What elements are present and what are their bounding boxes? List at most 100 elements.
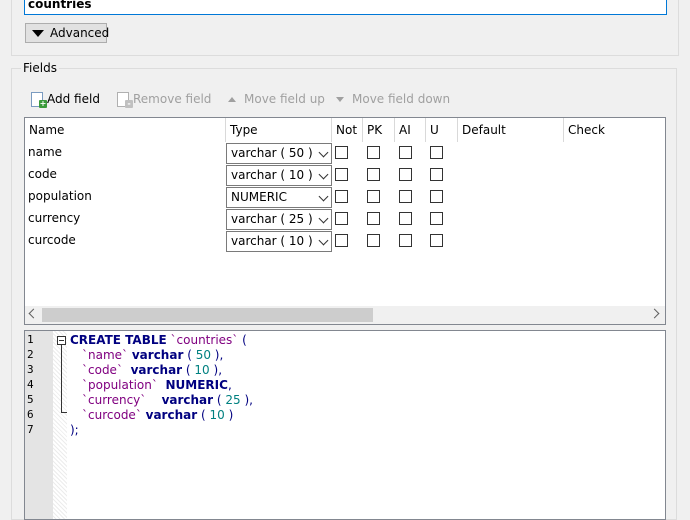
- field-type-select[interactable]: varchar ( 25 ): [226, 209, 332, 230]
- field-name-cell[interactable]: code: [28, 167, 57, 181]
- table-row[interactable]: currency varchar ( 25 ): [25, 208, 665, 230]
- remove-field-button[interactable]: - Remove field: [117, 90, 211, 108]
- pk-checkbox[interactable]: [367, 168, 380, 181]
- fields-group-title: Fields: [21, 61, 59, 75]
- pk-checkbox[interactable]: [367, 212, 380, 225]
- triangle-down-icon: [32, 29, 44, 37]
- move-field-down-label: Move field down: [352, 92, 451, 106]
- column-header-check[interactable]: Check: [564, 118, 665, 142]
- sql-punct: ): [224, 408, 234, 422]
- table-name-input[interactable]: countries: [24, 0, 667, 15]
- field-name-cell[interactable]: population: [28, 189, 92, 203]
- line-number: 2: [27, 348, 34, 361]
- table-row[interactable]: code varchar ( 10 ): [25, 164, 665, 186]
- code-line: `name` varchar ( 50 ),: [82, 348, 223, 362]
- sql-punct: (: [183, 348, 196, 362]
- unique-checkbox[interactable]: [430, 168, 443, 181]
- line-number: 6: [27, 408, 34, 421]
- fields-table[interactable]: Name Type Not PK AI U Default Check name…: [24, 117, 666, 325]
- code-line: `code` varchar ( 10 ),: [82, 363, 222, 377]
- field-type-select[interactable]: varchar ( 50 ): [226, 143, 332, 164]
- chevron-down-icon: [318, 191, 329, 202]
- field-type-value: varchar ( 25 ): [231, 212, 313, 226]
- remove-field-label: Remove field: [133, 92, 212, 106]
- unique-checkbox[interactable]: [430, 234, 443, 247]
- ai-checkbox[interactable]: [399, 146, 412, 159]
- advanced-label: Advanced: [50, 26, 110, 40]
- chevron-left-icon[interactable]: [28, 308, 39, 319]
- line-number: 1: [27, 333, 34, 346]
- table-row[interactable]: name varchar ( 50 ): [25, 142, 665, 164]
- sql-identifier: `countries`: [170, 333, 239, 347]
- table-row[interactable]: curcode varchar ( 10 ): [25, 230, 665, 252]
- ai-checkbox[interactable]: [399, 168, 412, 181]
- sql-punct: ),: [210, 348, 224, 362]
- chevron-down-icon: [318, 213, 329, 224]
- not-null-checkbox[interactable]: [335, 168, 348, 181]
- field-type-select[interactable]: NUMERIC: [226, 187, 332, 208]
- sql-preview-editor[interactable]: 1 2 3 4 5 6 7 CREATE TABLE `countries` (…: [24, 330, 666, 520]
- sql-punct: (: [197, 408, 210, 422]
- column-header-pk[interactable]: PK: [363, 118, 395, 142]
- fold-collapse-icon[interactable]: [57, 336, 66, 345]
- pk-checkbox[interactable]: [367, 146, 380, 159]
- column-header-name[interactable]: Name: [25, 118, 226, 142]
- move-field-up-button[interactable]: Move field up: [228, 90, 325, 108]
- field-type-value: varchar ( 10 ): [231, 168, 313, 182]
- sql-identifier: `population`: [82, 378, 158, 392]
- unique-checkbox[interactable]: [430, 190, 443, 203]
- ai-checkbox[interactable]: [399, 234, 412, 247]
- field-type-value: NUMERIC: [231, 190, 287, 204]
- line-number: 5: [27, 393, 34, 406]
- sql-identifier: `currency`: [82, 393, 147, 407]
- add-field-label: Add field: [47, 92, 100, 106]
- pk-checkbox[interactable]: [367, 234, 380, 247]
- not-null-checkbox[interactable]: [335, 212, 348, 225]
- arrow-down-icon: [336, 96, 344, 102]
- advanced-button[interactable]: Advanced: [25, 23, 110, 43]
- field-name-cell[interactable]: name: [28, 145, 62, 159]
- code-line: `currency` varchar ( 25 ),: [82, 393, 253, 407]
- column-header-default[interactable]: Default: [458, 118, 564, 142]
- add-field-icon: +: [31, 91, 47, 108]
- sql-punct: );: [70, 423, 79, 437]
- sql-punct: ),: [240, 393, 253, 407]
- column-header-type[interactable]: Type: [226, 118, 332, 142]
- column-header-ai[interactable]: AI: [395, 118, 426, 142]
- sql-punct: ),: [209, 363, 223, 377]
- column-header-unique[interactable]: U: [426, 118, 458, 142]
- scrollbar-thumb[interactable]: [42, 308, 373, 322]
- field-name-cell[interactable]: currency: [28, 211, 80, 225]
- pk-checkbox[interactable]: [367, 190, 380, 203]
- fold-guide-line: [61, 345, 62, 412]
- field-type-value: varchar ( 50 ): [231, 146, 313, 160]
- field-name-cell[interactable]: curcode: [28, 233, 76, 247]
- not-null-checkbox[interactable]: [335, 190, 348, 203]
- sql-keyword: NUMERIC: [165, 378, 228, 392]
- column-header-not-null[interactable]: Not: [332, 118, 363, 142]
- horizontal-scrollbar[interactable]: [25, 306, 665, 324]
- code-line: CREATE TABLE `countries` (: [70, 333, 247, 347]
- sql-punct: (: [238, 333, 247, 347]
- add-field-button[interactable]: + Add field: [31, 90, 100, 108]
- ai-checkbox[interactable]: [399, 190, 412, 203]
- field-type-select[interactable]: varchar ( 10 ): [226, 231, 332, 252]
- line-number: 3: [27, 363, 34, 376]
- field-type-select[interactable]: varchar ( 10 ): [226, 165, 332, 186]
- fold-margin: [53, 331, 67, 519]
- sql-number: 10: [194, 363, 210, 377]
- not-null-checkbox[interactable]: [335, 146, 348, 159]
- sql-punct: (: [213, 393, 226, 407]
- unique-checkbox[interactable]: [430, 146, 443, 159]
- line-number: 7: [27, 423, 34, 436]
- sql-identifier: `curcode`: [82, 408, 142, 422]
- code-line: `curcode` varchar ( 10 ): [82, 408, 233, 422]
- move-field-down-button[interactable]: Move field down: [336, 90, 450, 108]
- unique-checkbox[interactable]: [430, 212, 443, 225]
- table-row[interactable]: population NUMERIC: [25, 186, 665, 208]
- ai-checkbox[interactable]: [399, 212, 412, 225]
- chevron-right-icon[interactable]: [649, 308, 660, 319]
- not-null-checkbox[interactable]: [335, 234, 348, 247]
- chevron-down-icon: [318, 169, 329, 180]
- fold-guide-end: [61, 412, 67, 413]
